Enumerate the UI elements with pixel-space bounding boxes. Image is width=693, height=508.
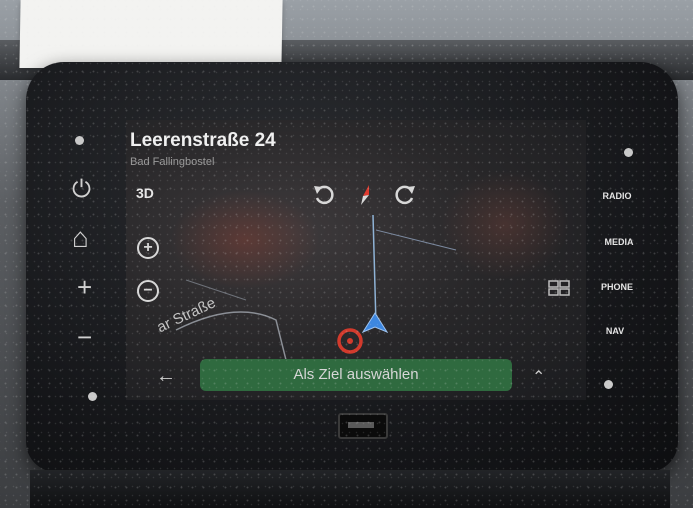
chevron-up-icon[interactable]: ⌃ [532,367,545,387]
minus-icon: − [77,322,93,352]
dashboard-trim [30,470,670,508]
back-arrow-icon[interactable]: ← [156,366,176,386]
view-3d-button[interactable]: 3D [136,185,154,201]
location-arrow-icon [362,312,388,333]
compass-icon[interactable] [355,183,377,207]
power-icon: ⏻ [72,176,91,203]
volume-down-button[interactable]: − [77,322,92,353]
nav-button[interactable]: NAV [590,326,640,336]
home-icon: ⌂ [72,222,89,253]
media-button[interactable]: MEDIA [594,237,644,247]
address-title: Leerenstraße 24 [130,130,276,151]
paper-sticker [19,0,283,68]
phone-button[interactable]: PHONE [592,282,642,292]
power-button[interactable]: ⏻ [72,176,91,204]
set-destination-button[interactable]: Als Ziel auswählen [200,359,512,391]
rotate-left-icon[interactable] [312,182,336,206]
bezel-screw [624,148,633,157]
rotate-right-icon[interactable] [393,182,417,206]
bezel-screw [88,392,97,401]
address-city: Bad Fallingbostel [130,156,215,168]
volume-up-button[interactable]: + [77,272,92,303]
zoom-in-icon[interactable]: + [137,237,159,259]
recenter-icon[interactable] [335,325,365,355]
home-button[interactable]: ⌂ [72,222,89,254]
bezel-screw [604,380,613,389]
car-dashboard-photo: ⏻ ⌂ + − RADIO MEDIA PHONE NAV Leerenstra… [0,0,693,508]
bezel-screw [75,136,84,145]
zoom-out-icon[interactable]: − [137,280,159,302]
plus-icon: + [77,272,93,302]
grid-icon[interactable] [548,280,570,296]
radio-button[interactable]: RADIO [592,191,642,201]
usb-port [338,413,388,439]
